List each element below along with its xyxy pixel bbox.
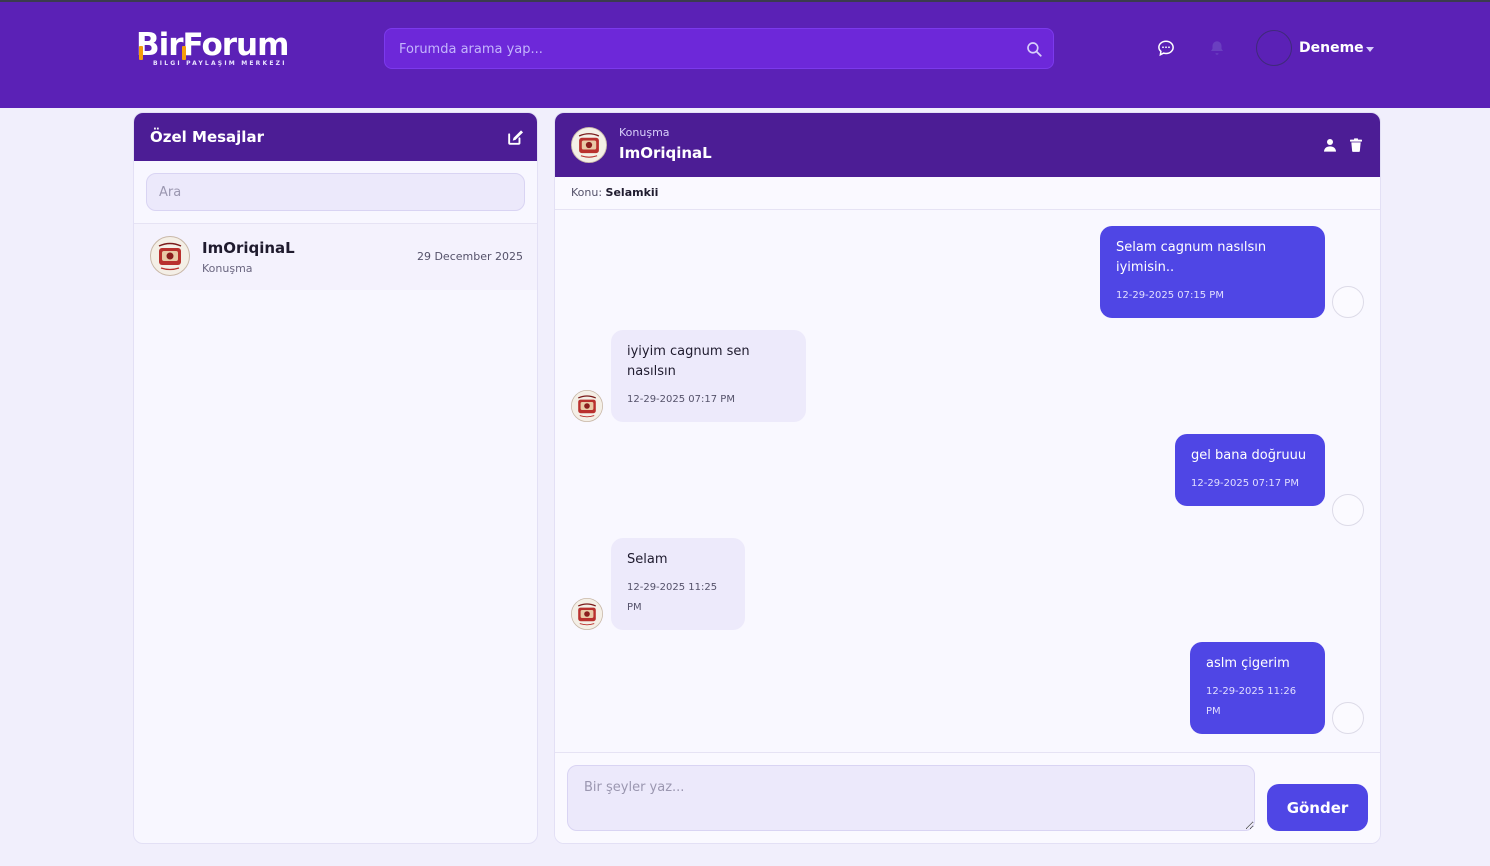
message-input[interactable] <box>567 765 1255 831</box>
message-bubble-outgoing: aslm çigerim 12-29-2025 11:26 PM <box>1190 642 1325 734</box>
avatar <box>571 390 603 422</box>
user-avatar[interactable] <box>1256 30 1292 66</box>
message-time: 12-29-2025 07:17 PM <box>627 394 735 405</box>
compose-icon[interactable] <box>506 128 525 147</box>
message-time: 12-29-2025 07:15 PM <box>1116 290 1224 301</box>
user-icon[interactable] <box>1322 137 1338 153</box>
forum-search-input[interactable] <box>399 40 999 58</box>
caret-down-icon[interactable] <box>1366 47 1374 52</box>
message-time: 12-29-2025 11:25 PM <box>627 582 718 613</box>
top-header: BirForum BILGI PAYLAŞIM MERKEZI Deneme <box>0 0 1490 108</box>
chat-header: Konuşma ImOriqinaL <box>555 113 1380 177</box>
chat-header-subtitle: Konuşma <box>619 126 670 139</box>
avatar <box>150 236 190 276</box>
chat-icon[interactable] <box>1157 39 1175 57</box>
private-messages-header: Özel Mesajlar <box>134 113 537 161</box>
message-bubble-incoming: Selam 12-29-2025 11:25 PM <box>611 538 745 630</box>
message-bubble-outgoing: gel bana doğruuu 12-29-2025 07:17 PM <box>1175 434 1325 506</box>
trash-icon[interactable] <box>1348 137 1364 153</box>
message-time: 12-29-2025 11:26 PM <box>1206 686 1297 717</box>
conversation-search-input[interactable] <box>146 173 525 211</box>
logo-accent-mark <box>139 46 143 60</box>
topic-value: Selamkii <box>605 186 659 199</box>
message-text: iyiyim cagnum sen nasılsın <box>627 344 750 379</box>
chat-header-name: ImOriqinaL <box>619 144 712 162</box>
topic-label: Konu: Selamkii <box>571 186 658 199</box>
message-time: 12-29-2025 07:17 PM <box>1191 478 1299 489</box>
avatar <box>1332 494 1364 526</box>
logo-accent-mark <box>182 46 186 60</box>
username-label[interactable]: Deneme <box>1299 40 1364 56</box>
message-bubble-incoming: iyiyim cagnum sen nasılsın 12-29-2025 07… <box>611 330 806 422</box>
message-text: Selam cagnum nasılsın iyimisin.. <box>1116 240 1267 275</box>
forum-search-box <box>384 28 1054 69</box>
panel-title: Özel Mesajlar <box>150 128 264 146</box>
chat-panel: Konuşma ImOriqinaL Konu: Selamkii Selam … <box>554 112 1381 844</box>
conversation-search-area <box>134 161 537 224</box>
site-logo[interactable]: BirForum BILGI PAYLAŞIM MERKEZI <box>136 28 296 72</box>
topic-label-text: Konu: <box>571 186 603 199</box>
logo-tagline: BILGI PAYLAŞIM MERKEZI <box>153 60 287 67</box>
logo-text: BirForum <box>136 27 289 63</box>
search-icon[interactable] <box>1025 40 1043 58</box>
private-messages-panel: Özel Mesajlar ImOriqinaL Konuşma 29 Dece… <box>133 112 538 844</box>
message-text: gel bana doğruuu <box>1191 448 1307 463</box>
message-text: aslm çigerim <box>1206 656 1290 671</box>
avatar <box>571 127 607 163</box>
avatar <box>1332 286 1364 318</box>
bell-icon[interactable] <box>1208 39 1226 57</box>
message-text: Selam <box>627 552 668 567</box>
message-bubble-outgoing: Selam cagnum nasılsın iyimisin.. 12-29-2… <box>1100 226 1325 318</box>
avatar <box>1332 702 1364 734</box>
topic-bar: Konu: Selamkii <box>555 177 1380 210</box>
conversation-item[interactable]: ImOriqinaL Konuşma 29 December 2025 <box>134 224 537 290</box>
message-composer: Gönder <box>555 752 1380 843</box>
conversation-name: ImOriqinaL <box>202 239 295 257</box>
send-button[interactable]: Gönder <box>1267 784 1368 831</box>
conversation-subtitle: Konuşma <box>202 262 253 275</box>
avatar <box>571 598 603 630</box>
conversation-date: 29 December 2025 <box>416 250 523 263</box>
